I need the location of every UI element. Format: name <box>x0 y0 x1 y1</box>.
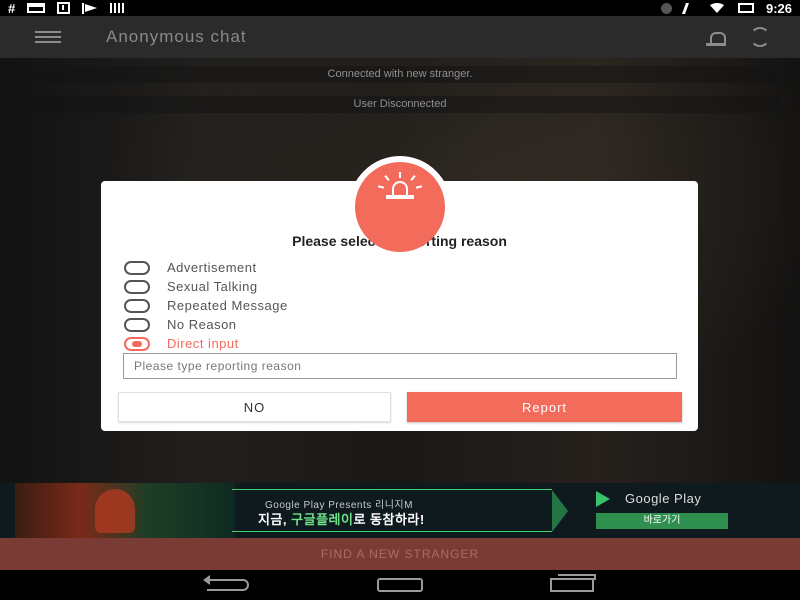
siren-icon[interactable] <box>704 26 728 48</box>
system-notice: User Disconnected <box>22 96 778 113</box>
option-label: No Reason <box>167 317 237 332</box>
option-label: Sexual Talking <box>167 279 258 294</box>
radio-button-selected[interactable] <box>124 336 150 351</box>
system-notice: Connected with new stranger. <box>22 66 778 83</box>
ad-cta-button[interactable]: 바로가기 <box>596 513 728 529</box>
status-bar: # 9:26 <box>0 0 800 16</box>
mute-icon <box>681 2 698 14</box>
ad-tagline: 지금, 구글플레이로 동참하라! <box>258 512 425 527</box>
hamburger-menu-icon[interactable] <box>35 31 61 43</box>
bluetooth-icon <box>660 2 672 14</box>
reason-option-sexual-talking[interactable]: Sexual Talking <box>124 277 288 296</box>
reason-input[interactable] <box>123 353 677 379</box>
flag-icon <box>82 2 98 14</box>
signal-bars-icon <box>110 3 127 13</box>
recents-icon[interactable] <box>550 574 596 592</box>
store-name: Google Play <box>625 491 702 506</box>
refresh-icon[interactable] <box>750 27 770 47</box>
ad-banner[interactable]: Google Play Presents 리니지M 지금, 구글플레이로 동참하… <box>0 483 800 538</box>
radio-button[interactable] <box>124 317 150 332</box>
printer-icon <box>27 3 46 13</box>
battery-icon <box>737 3 754 13</box>
wifi-icon <box>707 3 726 13</box>
download-icon <box>57 2 71 14</box>
navigation-bar <box>0 570 800 600</box>
radio-button[interactable] <box>124 279 150 294</box>
google-play-icon <box>596 491 610 507</box>
find-new-stranger-button[interactable]: FIND A NEW STRANGER <box>0 538 800 570</box>
reason-option-direct-input[interactable]: Direct input <box>124 334 288 353</box>
ad-artwork <box>15 483 235 538</box>
radio-button[interactable] <box>124 260 150 275</box>
option-label: Advertisement <box>167 260 257 275</box>
badge-circle <box>355 162 445 252</box>
reason-option-repeated-message[interactable]: Repeated Message <box>124 296 288 315</box>
radio-button[interactable] <box>124 298 150 313</box>
no-button[interactable]: NO <box>118 392 391 422</box>
reason-options: Advertisement Sexual Talking Repeated Me… <box>124 258 288 353</box>
hash-icon: # <box>8 0 16 16</box>
siren-icon <box>377 172 423 204</box>
reason-option-no-reason[interactable]: No Reason <box>124 315 288 334</box>
report-button[interactable]: Report <box>407 392 682 422</box>
option-label: Repeated Message <box>167 298 288 313</box>
reason-option-advertisement[interactable]: Advertisement <box>124 258 288 277</box>
app-bar: Anonymous chat <box>0 16 800 58</box>
home-icon[interactable] <box>377 578 423 592</box>
back-icon[interactable] <box>203 575 249 591</box>
option-label: Direct input <box>167 336 239 351</box>
app-title: Anonymous chat <box>106 27 247 46</box>
status-time: 9:26 <box>765 0 792 16</box>
